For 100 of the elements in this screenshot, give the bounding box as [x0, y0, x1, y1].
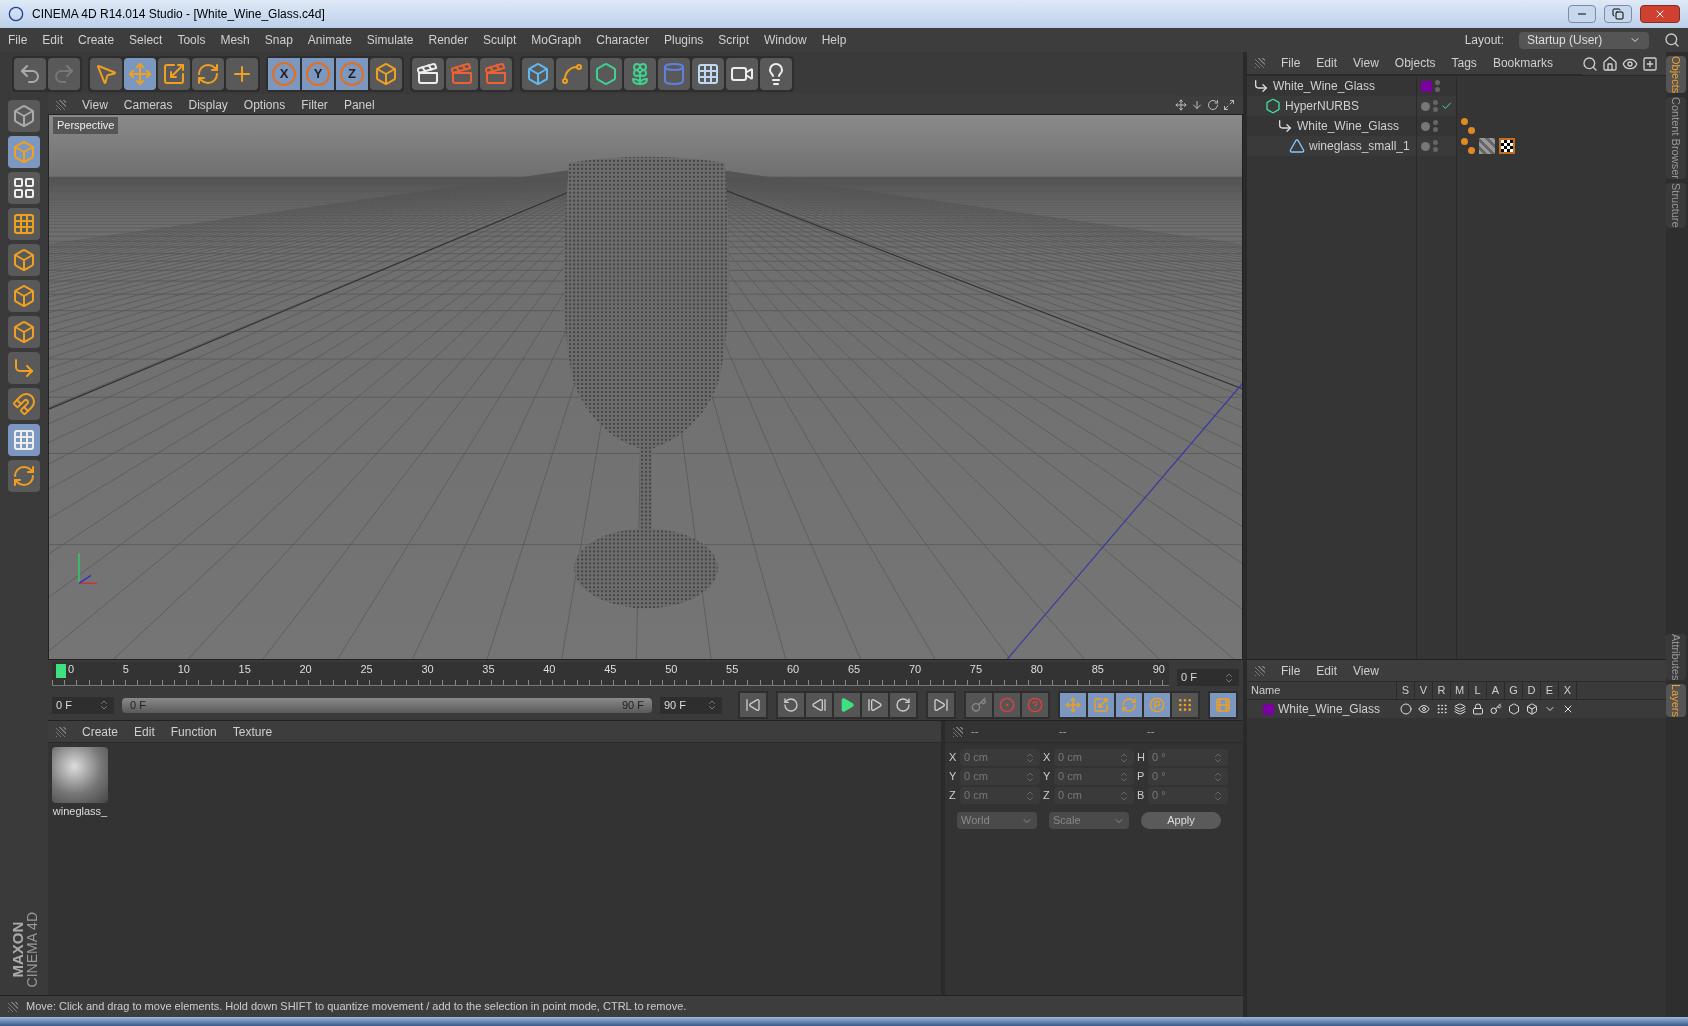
- range-slider[interactable]: 0 F 90 F: [122, 697, 652, 713]
- axis-lock-button[interactable]: Y: [302, 58, 334, 90]
- column-header[interactable]: S: [1397, 682, 1415, 699]
- render-visibility-dots[interactable]: [1433, 120, 1438, 132]
- zoom-view-icon[interactable]: [1191, 99, 1203, 111]
- menu-item[interactable]: File: [1281, 54, 1301, 72]
- menu-item[interactable]: Tags: [1451, 54, 1477, 72]
- search-icon[interactable]: [1582, 55, 1598, 72]
- render-visibility-dots[interactable]: [1433, 140, 1438, 152]
- floor-button[interactable]: [692, 58, 724, 90]
- menu-item[interactable]: Options: [243, 95, 286, 114]
- menu-item[interactable]: Display: [188, 95, 228, 114]
- panel-grip-icon[interactable]: [56, 726, 66, 737]
- axis-lock-button[interactable]: Z: [336, 58, 368, 90]
- menu-item[interactable]: Simulate: [366, 31, 414, 49]
- axis-lock-button[interactable]: X: [268, 58, 300, 90]
- render-settings-button[interactable]: [480, 58, 512, 90]
- workplane-mode-button[interactable]: [8, 208, 40, 240]
- menu-item[interactable]: Plugins: [663, 31, 704, 49]
- maximize-view-icon[interactable]: [1223, 99, 1235, 111]
- close-button[interactable]: [1640, 5, 1680, 23]
- help-button[interactable]: [1022, 693, 1048, 717]
- panel-grip-icon[interactable]: [1255, 58, 1265, 68]
- rotate-view-icon[interactable]: [1207, 99, 1219, 111]
- panel-grip-icon[interactable]: [1255, 665, 1265, 676]
- menu-item[interactable]: View: [82, 95, 108, 114]
- record-button[interactable]: [994, 693, 1020, 717]
- menu-item[interactable]: Function: [170, 722, 217, 741]
- lock-icon[interactable]: [1472, 703, 1484, 715]
- enabled-check-icon[interactable]: [1440, 100, 1452, 112]
- material-name[interactable]: wineglass_: [52, 803, 108, 820]
- next-key-button[interactable]: [890, 693, 916, 717]
- panel-grip-icon[interactable]: [8, 1001, 18, 1012]
- column-header[interactable]: D: [1523, 682, 1541, 699]
- column-header[interactable]: X: [1559, 682, 1577, 699]
- object-name[interactable]: White_Wine_Glass: [1273, 77, 1376, 95]
- menu-item[interactable]: Snap: [264, 31, 293, 49]
- layout-dropdown[interactable]: Startup (User): [1519, 31, 1649, 49]
- menu-item[interactable]: Edit: [42, 31, 64, 49]
- hexagon-icon[interactable]: [1265, 98, 1281, 114]
- menu-item[interactable]: Bookmarks: [1492, 54, 1553, 72]
- previous-key-button[interactable]: [778, 693, 804, 717]
- triangle-icon[interactable]: [1289, 138, 1305, 154]
- menu-item[interactable]: Edit: [1316, 661, 1338, 680]
- home-icon[interactable]: [1602, 55, 1618, 72]
- array-button[interactable]: [624, 58, 656, 90]
- column-header[interactable]: A: [1487, 682, 1505, 699]
- next-frame-button[interactable]: [862, 693, 888, 717]
- null-object-icon[interactable]: [1277, 118, 1293, 134]
- go-to-end-button[interactable]: [928, 693, 954, 717]
- column-header[interactable]: L: [1469, 682, 1487, 699]
- search-icon[interactable]: [1664, 32, 1680, 48]
- menu-item[interactable]: View: [1353, 54, 1379, 72]
- null-object-icon[interactable]: [1253, 78, 1269, 94]
- phong-tag-icon[interactable]: [1461, 118, 1475, 134]
- menu-item[interactable]: Character: [596, 31, 649, 49]
- render-visibility-dots[interactable]: [1435, 80, 1440, 92]
- tweak-mode-button[interactable]: [8, 388, 40, 420]
- menu-item[interactable]: Cameras: [123, 95, 173, 114]
- layer-color-swatch[interactable]: [1421, 80, 1432, 92]
- rotate-tool-button[interactable]: [192, 58, 224, 90]
- record-point-level-button[interactable]: [1172, 693, 1198, 717]
- menu-item[interactable]: Mesh: [220, 31, 250, 49]
- new-window-icon[interactable]: [1642, 55, 1658, 72]
- material-thumbnail[interactable]: [52, 747, 108, 803]
- select-tool-button[interactable]: [90, 58, 122, 90]
- column-header[interactable]: V: [1415, 682, 1433, 699]
- phong-tag-icon[interactable]: [1461, 138, 1475, 154]
- menu-item[interactable]: Filter: [301, 95, 328, 114]
- menu-item[interactable]: File: [8, 31, 28, 49]
- menu-item[interactable]: Help: [821, 31, 847, 49]
- points-mode-button[interactable]: [8, 244, 40, 276]
- column-header[interactable]: R: [1433, 682, 1451, 699]
- cube-button[interactable]: [522, 58, 554, 90]
- menu-item[interactable]: Animate: [307, 31, 352, 49]
- menu-item[interactable]: Create: [82, 722, 119, 741]
- camera-button[interactable]: [726, 58, 758, 90]
- menu-item[interactable]: Select: [129, 31, 163, 49]
- menu-item[interactable]: Script: [718, 31, 749, 49]
- previous-frame-button[interactable]: [806, 693, 832, 717]
- current-frame-field[interactable]: 0 F: [1177, 669, 1239, 686]
- x-icon[interactable]: [1562, 703, 1574, 715]
- light-button[interactable]: [760, 58, 792, 90]
- panel-grip-icon[interactable]: [56, 99, 66, 110]
- axis-mode-button[interactable]: [8, 352, 40, 384]
- model-mode-button[interactable]: [8, 100, 40, 132]
- menu-item[interactable]: Tools: [177, 31, 206, 49]
- menu-item[interactable]: Texture: [232, 722, 273, 741]
- side-tab[interactable]: Objects: [1666, 56, 1686, 94]
- coordinate-system-button[interactable]: [370, 58, 402, 90]
- nurbs-button[interactable]: [590, 58, 622, 90]
- menu-item[interactable]: MoGraph: [531, 31, 582, 49]
- menu-item[interactable]: View: [1353, 661, 1379, 680]
- menu-item[interactable]: Panel: [343, 95, 375, 114]
- menu-item[interactable]: Render: [428, 31, 468, 49]
- side-tab[interactable]: Structure: [1666, 183, 1686, 228]
- column-header[interactable]: M: [1451, 682, 1469, 699]
- undo-button[interactable]: [14, 58, 46, 90]
- transform-tool-button[interactable]: [226, 58, 258, 90]
- menu-item[interactable]: Sculpt: [482, 31, 517, 49]
